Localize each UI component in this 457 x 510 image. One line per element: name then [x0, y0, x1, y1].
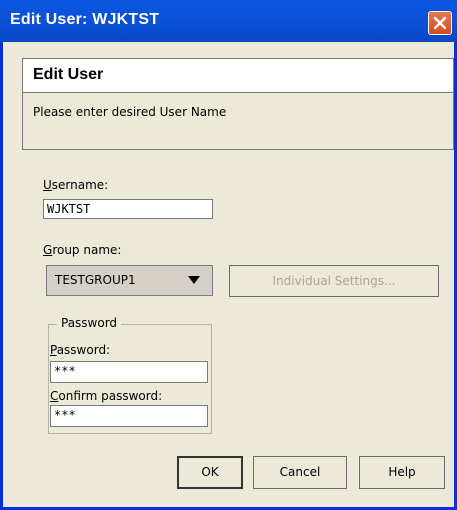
group-name-label-text: roup name:: [52, 243, 122, 257]
username-input[interactable]: WJKTST: [43, 199, 213, 219]
header-title: Edit User: [33, 66, 104, 83]
group-name-label-accel: G: [43, 243, 53, 257]
username-label: Username:: [43, 178, 108, 192]
username-label-text: sername:: [51, 178, 109, 192]
password-input[interactable]: ***: [50, 361, 208, 383]
group-name-select[interactable]: TESTGROUP1: [46, 265, 213, 296]
ok-button[interactable]: OK: [177, 456, 243, 489]
password-label-text: assword:: [56, 343, 111, 357]
confirm-password-input[interactable]: ***: [50, 405, 208, 427]
cancel-button[interactable]: Cancel: [253, 456, 347, 489]
confirm-password-label-text: onfirm password:: [58, 389, 163, 403]
username-label-accel: U: [43, 178, 52, 192]
confirm-password-label: Confirm password:: [50, 389, 162, 403]
password-groupbox-title: Password: [57, 316, 122, 330]
group-name-label: Group name:: [43, 243, 121, 257]
window-title: Edit User: WJKTST: [10, 11, 160, 28]
password-label-accel: P: [50, 343, 57, 357]
group-name-value: TESTGROUP1: [55, 273, 136, 287]
password-label: Password:: [50, 343, 110, 357]
individual-settings-button[interactable]: Individual Settings...: [229, 265, 439, 297]
header-description: Please enter desired User Name: [33, 105, 227, 119]
help-button[interactable]: Help: [359, 456, 445, 489]
chevron-down-icon: [188, 276, 200, 284]
title-bar[interactable]: Edit User: WJKTST: [0, 0, 457, 42]
header-panel: Edit User Please enter desired User Name: [22, 58, 454, 150]
header-title-bar: Edit User: [23, 59, 453, 93]
close-icon: [433, 16, 447, 30]
close-button[interactable]: [428, 11, 452, 35]
edit-user-dialog: Edit User: WJKTST Edit User Please enter…: [0, 0, 457, 510]
